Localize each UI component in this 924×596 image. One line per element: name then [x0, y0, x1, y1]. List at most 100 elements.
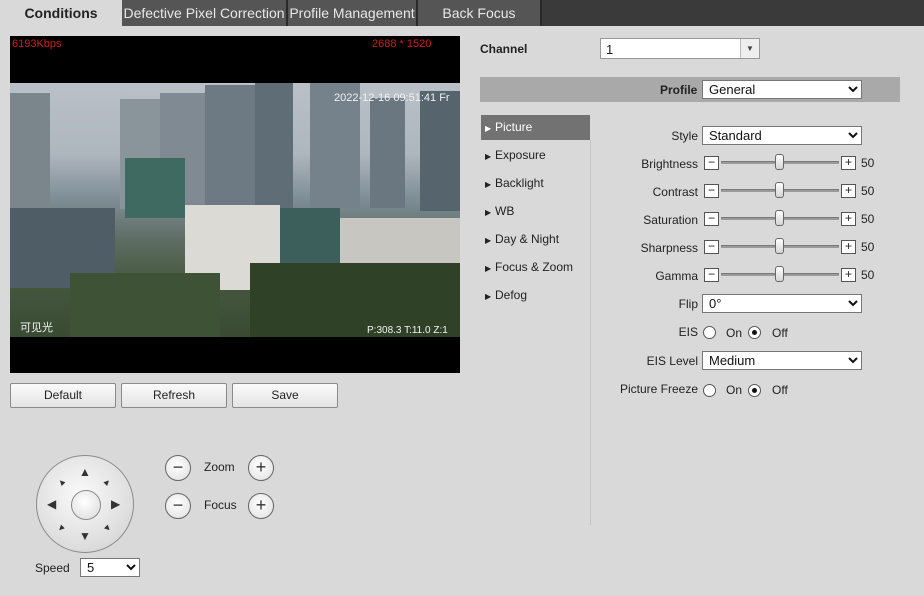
zoom-label: Zoom	[204, 460, 235, 474]
arrow-up-left-icon[interactable]: ▲	[54, 475, 69, 490]
contrast-value: 50	[861, 184, 875, 198]
channel-label: Channel	[480, 42, 528, 56]
profile-select[interactable]: General	[702, 80, 862, 99]
caret-right-icon: ▶	[485, 292, 492, 301]
tab-profile-management[interactable]: Profile Management	[288, 0, 418, 26]
sharpness-decrease-button[interactable]: −	[704, 240, 719, 254]
gamma-increase-button[interactable]: +	[841, 268, 856, 282]
eis-level-select[interactable]: Medium	[702, 351, 862, 370]
video-scene	[10, 83, 460, 337]
menu-item-exposure[interactable]: ▶ Exposure	[481, 143, 590, 168]
eis-on-label: On	[726, 326, 743, 340]
gamma-label: Gamma	[655, 269, 698, 283]
contrast-increase-button[interactable]: +	[841, 184, 856, 198]
focus-in-button[interactable]: +	[248, 493, 274, 519]
tab-back-focus[interactable]: Back Focus	[418, 0, 542, 26]
brightness-label: Brightness	[641, 157, 698, 171]
focus-out-button[interactable]: −	[165, 493, 191, 519]
menu-item-label: WB	[495, 204, 515, 218]
tab-defective-pixel-correction[interactable]: Defective Pixel Correction	[122, 0, 288, 26]
speed-select[interactable]: 5	[80, 558, 140, 577]
focus-label: Focus	[204, 498, 237, 512]
speed-label: Speed	[35, 561, 70, 575]
menu-item-defog[interactable]: ▶ Defog	[481, 283, 590, 308]
live-video[interactable]: 6193Kbps 2688 * 1520 2022-12-16 09:51:41…	[10, 36, 460, 373]
default-button[interactable]: Default	[10, 383, 116, 408]
contrast-slider-thumb[interactable]	[774, 182, 784, 198]
arrow-down-icon[interactable]: ▼	[79, 530, 91, 542]
ptz-direction-pad: ▲ ▼ ◀ ▶ ▲ ▲ ▼ ▼	[36, 455, 134, 553]
style-label: Style	[671, 129, 698, 143]
timestamp-overlay: 2022-12-16 09:51:41 Fr	[334, 92, 450, 104]
menu-item-day-night[interactable]: ▶ Day & Night	[481, 227, 590, 252]
arrow-up-right-icon[interactable]: ▲	[100, 475, 115, 490]
menu-item-backlight[interactable]: ▶ Backlight	[481, 171, 590, 196]
chevron-down-icon[interactable]: ▼	[740, 39, 759, 58]
eis-off-label: Off	[772, 326, 788, 340]
menu-item-focus-zoom[interactable]: ▶ Focus & Zoom	[481, 255, 590, 280]
gamma-decrease-button[interactable]: −	[704, 268, 719, 282]
sharpness-label: Sharpness	[640, 241, 698, 255]
freeze-off-radio[interactable]	[748, 384, 761, 397]
eis-off-radio[interactable]	[748, 326, 761, 339]
brightness-slider-thumb[interactable]	[774, 154, 784, 170]
ptz-center-button[interactable]	[71, 490, 101, 520]
arrow-down-left-icon[interactable]: ▼	[54, 521, 69, 536]
brightness-decrease-button[interactable]: −	[704, 156, 719, 170]
channel-value: 1	[606, 42, 614, 57]
menu-item-label: Defog	[495, 288, 528, 302]
freeze-on-label: On	[726, 383, 743, 397]
menu-item-picture[interactable]: ▶ Picture	[481, 115, 590, 140]
caret-right-icon: ▶	[485, 264, 492, 273]
sharpness-slider-thumb[interactable]	[774, 238, 784, 254]
saturation-label: Saturation	[643, 213, 698, 227]
arrow-up-icon[interactable]: ▲	[79, 466, 91, 478]
eis-on-radio[interactable]	[703, 326, 716, 339]
ptz-position-overlay: P:308.3 T:11.0 Z:1	[367, 325, 448, 336]
freeze-off-label: Off	[772, 383, 788, 397]
menu-item-label: Exposure	[495, 148, 546, 162]
sharpness-value: 50	[861, 240, 875, 254]
menu-item-label: Focus & Zoom	[495, 260, 574, 274]
menu-item-label: Day & Night	[495, 232, 560, 246]
flip-select[interactable]: 0°	[702, 294, 862, 313]
saturation-slider-thumb[interactable]	[774, 210, 784, 226]
caret-right-icon: ▶	[485, 236, 492, 245]
contrast-decrease-button[interactable]: −	[704, 184, 719, 198]
caret-right-icon: ▶	[485, 208, 492, 217]
save-button[interactable]: Save	[232, 383, 338, 408]
zoom-out-button[interactable]: −	[165, 455, 191, 481]
style-select[interactable]: Standard	[702, 126, 862, 145]
refresh-button[interactable]: Refresh	[121, 383, 227, 408]
saturation-increase-button[interactable]: +	[841, 212, 856, 226]
caret-right-icon: ▶	[485, 124, 492, 133]
contrast-label: Contrast	[652, 185, 698, 199]
sharpness-increase-button[interactable]: +	[841, 240, 856, 254]
arrow-right-icon[interactable]: ▶	[111, 498, 120, 510]
channel-select[interactable]: 1 ▼	[600, 38, 760, 59]
zoom-in-button[interactable]: +	[248, 455, 274, 481]
menu-item-wb[interactable]: ▶ WB	[481, 199, 590, 224]
gamma-value: 50	[861, 268, 875, 282]
gamma-slider-thumb[interactable]	[774, 266, 784, 282]
brightness-increase-button[interactable]: +	[841, 156, 856, 170]
arrow-down-right-icon[interactable]: ▼	[100, 521, 115, 536]
bitrate-overlay: 6193Kbps	[12, 38, 62, 50]
caret-right-icon: ▶	[485, 180, 492, 189]
menu-item-label: Backlight	[495, 176, 544, 190]
saturation-decrease-button[interactable]: −	[704, 212, 719, 226]
picture-freeze-label: Picture Freeze	[619, 382, 698, 396]
profile-label: Profile	[660, 83, 698, 97]
eis-label: EIS	[678, 325, 698, 339]
channel-name-overlay: 可见光	[20, 322, 53, 334]
caret-right-icon: ▶	[485, 152, 492, 161]
arrow-left-icon[interactable]: ◀	[47, 498, 56, 510]
eis-level-label: EIS Level	[646, 354, 698, 368]
menu-item-label: Picture	[495, 120, 533, 134]
brightness-value: 50	[861, 156, 875, 170]
resolution-overlay: 2688 * 1520	[372, 38, 432, 50]
tab-bar: Conditions Defective Pixel Correction Pr…	[0, 0, 924, 26]
tab-conditions[interactable]: Conditions	[0, 0, 122, 26]
freeze-on-radio[interactable]	[703, 384, 716, 397]
saturation-value: 50	[861, 212, 875, 226]
